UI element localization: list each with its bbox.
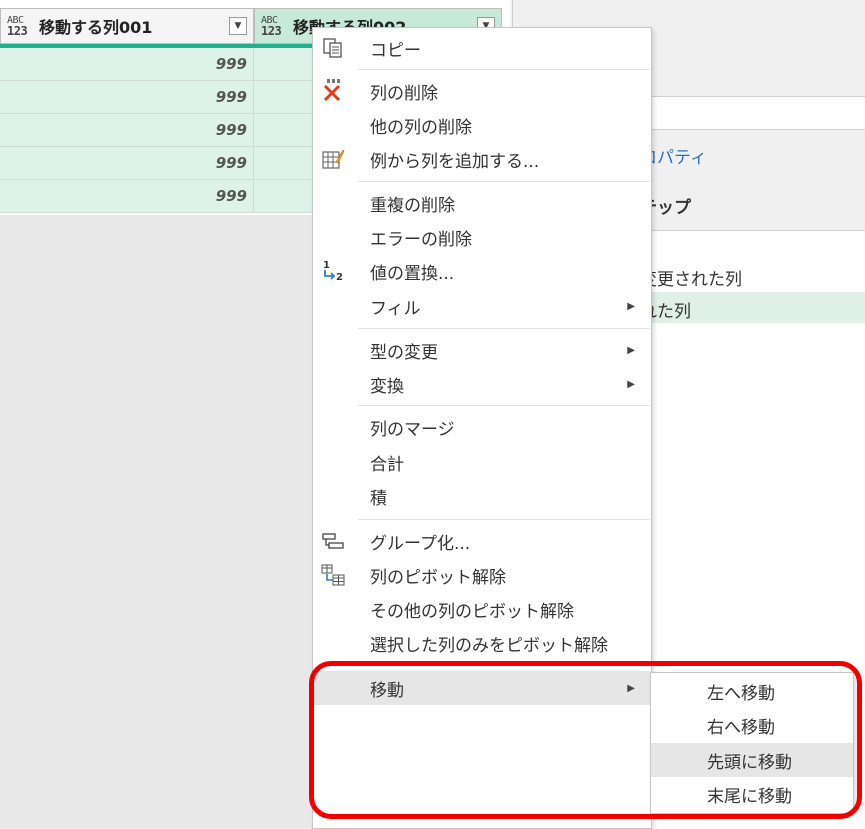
menu-item-replace-values[interactable]: 1 2 値の置換... [313, 254, 651, 288]
menu-item-change-type[interactable]: 型の変更 ▶ [313, 333, 651, 367]
menu-item-fill[interactable]: フィル ▶ [313, 289, 651, 323]
type-icon-bottom: 123 [261, 24, 282, 38]
column-from-examples-icon [318, 144, 348, 174]
submenu-item-move-left[interactable]: 左へ移動 [651, 674, 853, 708]
menu-separator [358, 181, 650, 182]
menu-separator [358, 69, 650, 70]
menu-item-label: 合計 [370, 454, 404, 475]
delete-column-icon [318, 76, 348, 106]
menu-item-label: 他の列の削除 [370, 117, 472, 138]
replace-icon-digit-1: 1 [323, 260, 330, 271]
table-cell[interactable]: 999 [0, 147, 254, 179]
table-cell[interactable]: 999 [0, 180, 254, 212]
replace-icon-digit-2: 2 [336, 272, 343, 283]
submenu-arrow-icon: ▶ [627, 344, 635, 356]
unpivot-icon [318, 560, 348, 590]
menu-item-label: 選択した列のみをピボット解除 [370, 635, 608, 656]
menu-item-group-by[interactable]: グループ化... [313, 524, 651, 558]
applied-step-item[interactable]: 変更された列 [640, 265, 742, 290]
type-any-icon[interactable]: ABC 123 [7, 16, 33, 38]
menu-item-unpivot-only-selected[interactable]: 選択した列のみをピボット解除 [313, 626, 651, 660]
column-context-menu: コピー 列の削除 他の列の削除 例から列を追加する... 重複の削除 エラーの削… [312, 27, 652, 829]
type-any-icon[interactable]: ABC 123 [261, 16, 287, 38]
menu-separator [358, 665, 650, 666]
menu-item-label: 列の削除 [370, 83, 438, 104]
submenu-item-label: 左へ移動 [707, 683, 775, 704]
copy-icon [318, 33, 348, 63]
menu-item-label: 変換 [370, 376, 404, 397]
menu-item-label: 例から列を追加する... [370, 151, 540, 172]
submenu-item-move-to-beginning[interactable]: 先頭に移動 [651, 743, 853, 777]
submenu-item-label: 右へ移動 [707, 717, 775, 738]
column-filter-dropdown-icon[interactable]: ▼ [229, 17, 247, 35]
type-icon-bottom: 123 [7, 24, 28, 38]
menu-item-label: 列のマージ [370, 419, 455, 440]
menu-item-remove-other-columns[interactable]: 他の列の削除 [313, 108, 651, 142]
menu-separator [358, 405, 650, 406]
column-name: 移動する列001 [39, 18, 153, 37]
menu-item-unpivot-other-columns[interactable]: その他の列のピボット解除 [313, 592, 651, 626]
submenu-item-move-to-end[interactable]: 末尾に移動 [651, 777, 853, 811]
menu-item-label: 重複の削除 [370, 195, 455, 216]
menu-item-column-from-examples[interactable]: 例から列を追加する... [313, 142, 651, 176]
menu-item-label: コピー [370, 40, 421, 61]
menu-item-unpivot-columns[interactable]: 列のピボット解除 [313, 558, 651, 592]
menu-item-label: 積 [370, 488, 387, 509]
menu-item-label: 型の変更 [370, 342, 438, 363]
submenu-arrow-icon: ▶ [627, 300, 635, 312]
table-cell[interactable]: 999 [0, 114, 254, 146]
menu-item-label: 列のピボット解除 [370, 567, 506, 588]
table-cell[interactable]: 999 [0, 81, 254, 113]
menu-separator [358, 328, 650, 329]
submenu-item-label: 先頭に移動 [707, 752, 792, 773]
menu-separator [358, 519, 650, 520]
table-cell[interactable]: 999 [0, 48, 254, 80]
replace-values-icon: 1 2 [318, 256, 348, 286]
move-submenu: 左へ移動 右へ移動 先頭に移動 末尾に移動 [650, 672, 854, 814]
menu-item-remove-duplicates[interactable]: 重複の削除 [313, 186, 651, 220]
menu-item-label: その他の列のピボット解除 [370, 601, 574, 622]
submenu-item-move-right[interactable]: 右へ移動 [651, 708, 853, 742]
menu-item-label: フィル [370, 298, 421, 319]
menu-item-label: エラーの削除 [370, 229, 472, 250]
submenu-arrow-icon: ▶ [627, 378, 635, 390]
group-by-icon [318, 526, 348, 556]
menu-item-move[interactable]: 移動 ▶ [313, 671, 651, 705]
menu-item-label: 値の置換... [370, 263, 455, 284]
menu-item-product[interactable]: 積 [313, 479, 651, 513]
menu-item-remove-errors[interactable]: エラーの削除 [313, 220, 651, 254]
submenu-item-label: 末尾に移動 [707, 786, 792, 807]
menu-item-merge-columns[interactable]: 列のマージ [313, 410, 651, 444]
submenu-arrow-icon: ▶ [627, 682, 635, 694]
menu-item-transform[interactable]: 変換 ▶ [313, 367, 651, 401]
menu-item-label: 移動 [370, 680, 404, 701]
menu-item-remove-column[interactable]: 列の削除 [313, 74, 651, 108]
menu-item-label: グループ化... [370, 533, 471, 554]
menu-item-copy[interactable]: コピー [313, 31, 651, 65]
menu-item-sum[interactable]: 合計 [313, 445, 651, 479]
column-header-1[interactable]: ABC 123 移動する列001 ▼ [0, 8, 254, 44]
